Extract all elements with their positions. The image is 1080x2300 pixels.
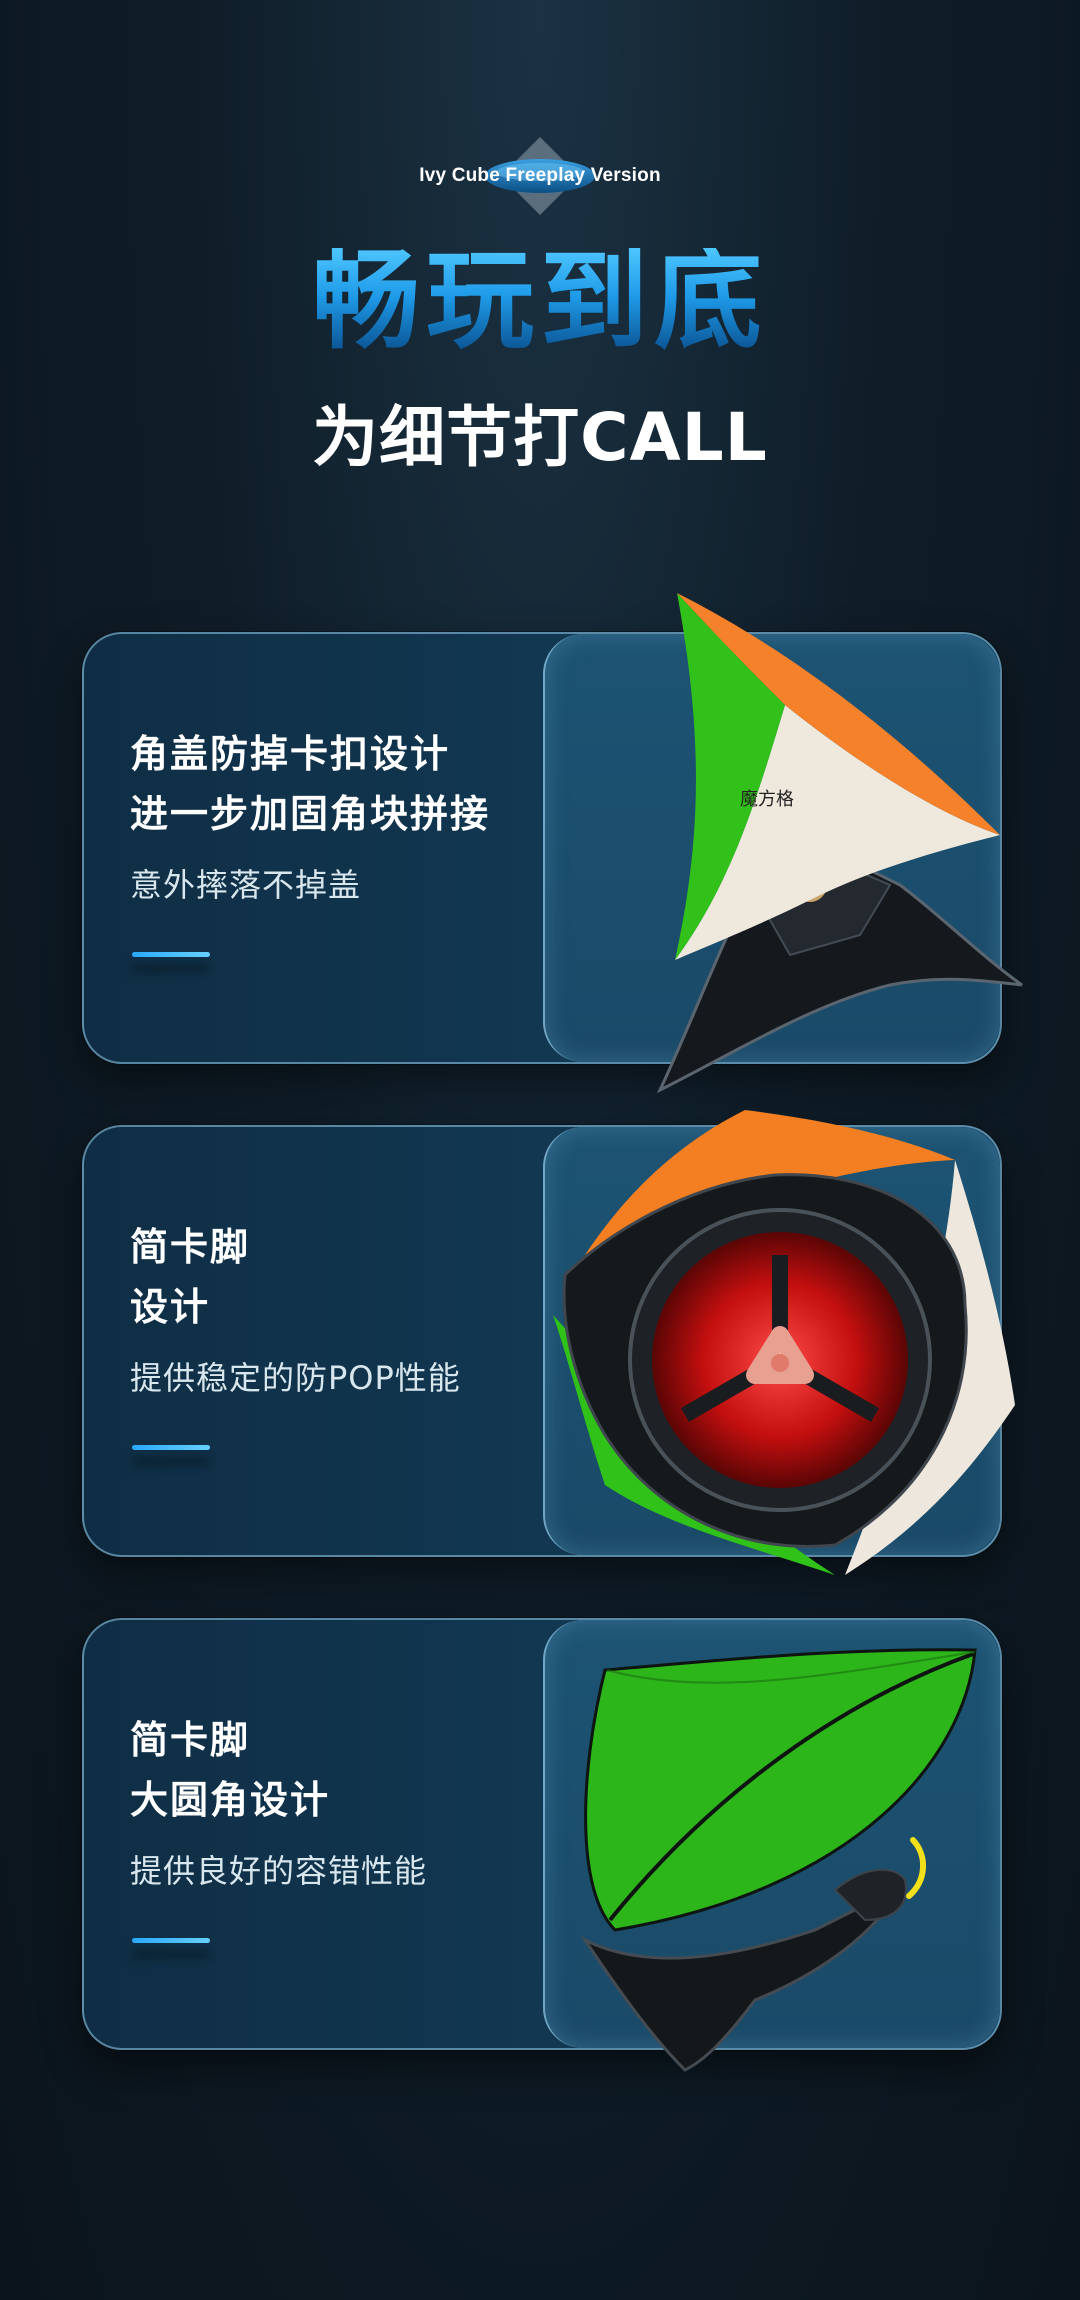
feature-description: 提供稳定的防POP性能: [130, 1359, 461, 1397]
feature-text: 简卡脚 大圆角设计 提供良好的容错性能: [130, 1710, 550, 1890]
feature-text: 简卡脚 设计 提供稳定的防POP性能: [130, 1217, 550, 1397]
feature-text: 角盖防掉卡扣设计 进一步加固角块拼接 意外摔落不掉盖: [130, 724, 550, 904]
feature-description: 提供良好的容错性能: [130, 1852, 428, 1890]
feature-heading-line1: 简卡脚: [130, 1718, 251, 1762]
feature-description: 意外摔落不掉盖: [130, 866, 362, 904]
accent-bar: [132, 952, 210, 957]
feature-heading-line2: 设计: [130, 1285, 211, 1329]
feature-heading-line1: 简卡脚: [130, 1225, 251, 1269]
feature-heading-line2: 大圆角设计: [130, 1778, 331, 1822]
page-title: 畅玩到底: [0, 248, 1080, 356]
badge-text: Ivy Cube Freeplay Version: [419, 165, 661, 186]
feature-heading-line1: 角盖防掉卡扣设计: [130, 732, 451, 776]
ivy-cube-core-image: [553, 1110, 1015, 1575]
accent-bar: [132, 1938, 210, 1943]
version-badge: Ivy Cube Freeplay Version: [415, 135, 665, 217]
feature-heading-line2: 进一步加固角块拼接: [130, 792, 491, 836]
accent-bar: [132, 1445, 210, 1450]
page-subtitle: 为细节打CALL: [312, 399, 768, 476]
ivy-cube-corner-clip-image: 魔方格: [656, 593, 1023, 1094]
svg-text:魔方格: 魔方格: [740, 789, 794, 810]
ivy-cube-round-corner-image: [580, 1648, 977, 2072]
